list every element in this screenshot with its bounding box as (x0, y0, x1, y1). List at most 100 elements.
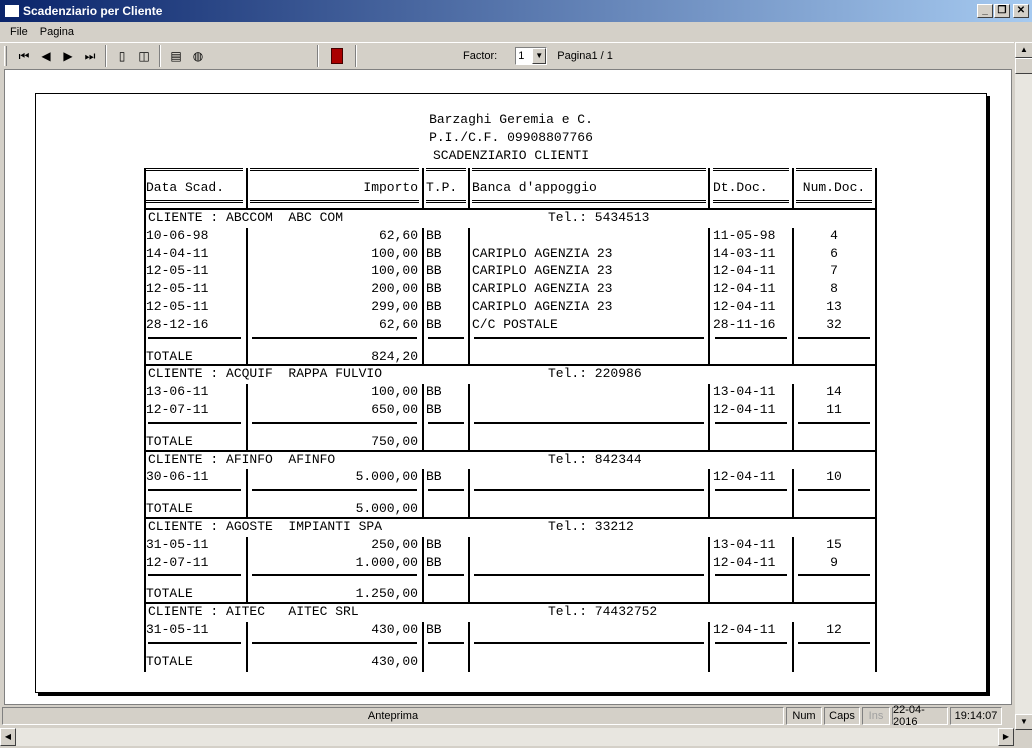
exit-door-icon[interactable] (331, 48, 343, 64)
cell: 100,00 (371, 384, 418, 400)
subtotal-rule (715, 641, 787, 644)
header-rule (250, 168, 419, 171)
column-divider (468, 168, 470, 210)
subtotal-rule (798, 641, 870, 644)
column-divider (246, 168, 248, 210)
scroll-thumb[interactable] (1015, 58, 1032, 74)
column-header: Banca d'appoggio (472, 180, 597, 195)
cell: 100,00 (371, 245, 418, 261)
subtotal-rule (474, 489, 704, 492)
cell: 13-04-11 (713, 536, 776, 552)
status-bar: Anteprima Num Caps Ins 22-04-2016 19:14:… (0, 704, 1014, 728)
header-rule (146, 200, 243, 203)
arrow-right-icon: ▶ (63, 49, 73, 63)
app-icon (5, 5, 19, 17)
status-ins: Ins (862, 707, 890, 725)
cell: 299,00 (371, 299, 418, 314)
column-divider (422, 622, 424, 672)
cell: 13-04-11 (713, 384, 776, 400)
total-label: TOTALE (146, 653, 193, 669)
next-page-button[interactable]: ▶ (57, 46, 79, 66)
scroll-right-button[interactable]: ▶ (998, 728, 1014, 746)
cell: 32 (826, 316, 842, 332)
cell: 28-11-16 (713, 316, 776, 332)
column-divider (468, 622, 470, 672)
column-divider (708, 469, 710, 519)
minimize-button[interactable]: _ (977, 4, 993, 18)
column-divider (468, 384, 470, 452)
single-page-button[interactable]: ▯ (111, 46, 133, 66)
column-divider (875, 208, 877, 367)
cell: CARIPLO AGENZIA 23 (472, 263, 613, 279)
column-divider (468, 469, 470, 519)
chevron-down-icon[interactable]: ▼ (532, 48, 547, 64)
status-time: 19:14:07 (950, 707, 1002, 725)
column-divider (246, 622, 248, 672)
column-divider (875, 517, 877, 605)
cell: 12-04-11 (713, 299, 776, 314)
column-header: T.P. (426, 180, 458, 195)
cell: 1.000,00 (355, 554, 418, 570)
printer-icon: ▤ (170, 49, 182, 63)
scroll-left-button[interactable]: ◀ (0, 728, 16, 746)
column-divider (875, 602, 877, 672)
subtotal-rule (715, 489, 787, 492)
subtotal-rule (428, 574, 464, 577)
cell: BB (426, 227, 442, 243)
column-divider (144, 168, 146, 210)
first-page-button[interactable]: ⏮ (13, 46, 35, 66)
column-divider (422, 227, 424, 367)
total-label: TOTALE (146, 501, 193, 517)
page-indicator: Pagina1 / 1 (557, 50, 613, 62)
export-button[interactable]: ◍ (187, 46, 209, 66)
subtotal-rule (798, 574, 870, 577)
cell: 200,00 (371, 281, 418, 297)
cell: BB (426, 281, 442, 297)
subtotal-rule (148, 489, 241, 492)
scroll-up-button[interactable]: ▲ (1015, 42, 1032, 58)
report-page: Barzaghi Geremia e C. P.I./C.F. 099088077… (35, 93, 987, 693)
column-header: Dt.Doc. (713, 180, 768, 195)
scroll-down-button[interactable]: ▼ (1015, 714, 1032, 730)
prev-page-button[interactable]: ◀ (35, 46, 57, 66)
cell: 12-05-11 (146, 263, 209, 279)
arrow-left-icon: ◀ (41, 49, 51, 63)
close-button[interactable]: ✕ (1013, 4, 1029, 18)
column-divider (246, 384, 248, 452)
subtotal-rule (715, 421, 787, 424)
column-divider (875, 168, 877, 210)
factor-select[interactable]: 1 ▼ (515, 47, 548, 65)
column-divider (792, 168, 794, 210)
cell: 31-05-11 (146, 622, 209, 637)
cell: 62,60 (378, 227, 418, 243)
header-rule (713, 168, 789, 171)
cell: 11 (826, 402, 842, 417)
cell: 9 (830, 554, 838, 570)
column-divider (422, 168, 424, 210)
cell: C/C POSTALE (472, 316, 558, 332)
two-pages-button[interactable]: ◫ (133, 46, 155, 66)
cell: 14-03-11 (713, 245, 776, 261)
vertical-scrollbar[interactable]: ▲ ▼ (1014, 42, 1032, 730)
print-button[interactable]: ▤ (165, 46, 187, 66)
subtotal-rule (474, 574, 704, 577)
cell: BB (426, 622, 442, 637)
cell: 650,00 (371, 402, 418, 417)
last-page-button[interactable]: ⏭ (79, 46, 101, 66)
horizontal-scrollbar[interactable]: ◀ ▶ (0, 728, 1014, 746)
column-divider (792, 622, 794, 672)
preview-viewport[interactable]: Barzaghi Geremia e C. P.I./C.F. 099088077… (4, 69, 1012, 705)
cell: 12-04-11 (713, 263, 776, 279)
subtotal-rule (428, 421, 464, 424)
cell: 11-05-98 (713, 227, 776, 243)
subtotal-rule (252, 641, 417, 644)
menu-pagina[interactable]: Pagina (34, 26, 80, 38)
column-divider (422, 384, 424, 452)
restore-button[interactable]: ❐ (994, 4, 1010, 18)
subtotal-rule (148, 641, 241, 644)
cell: BB (426, 469, 442, 485)
column-divider (468, 536, 470, 605)
menu-file[interactable]: File (4, 26, 34, 38)
cell: 13-06-11 (146, 384, 209, 400)
total-label: TOTALE (146, 348, 193, 364)
